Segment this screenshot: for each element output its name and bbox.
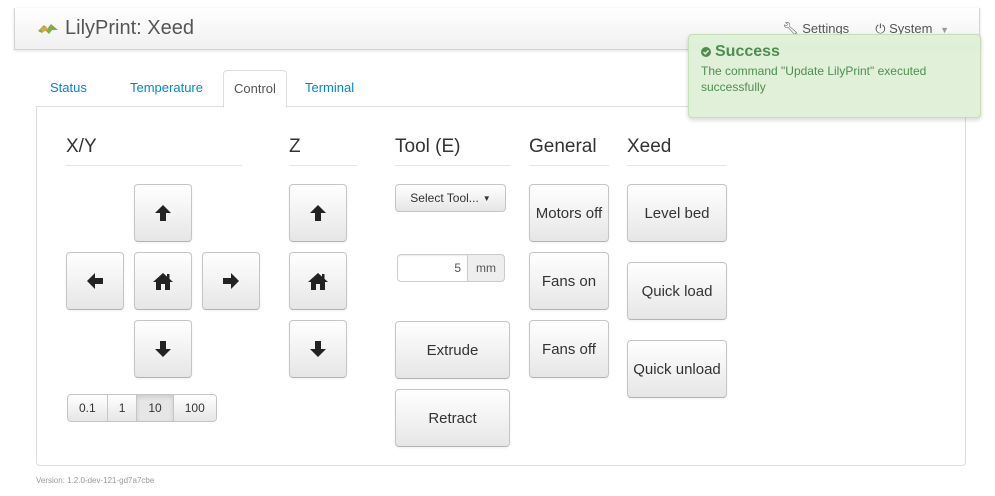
retract-button[interactable]: Retract bbox=[395, 389, 510, 447]
tool-title: Tool (E) bbox=[395, 136, 511, 166]
quick-unload-button[interactable]: Quick unload bbox=[627, 340, 727, 398]
tab-temperature[interactable]: Temperature bbox=[120, 70, 213, 107]
notification-title-text: Success bbox=[715, 43, 780, 60]
y-minus-button[interactable] bbox=[134, 320, 192, 378]
step-0.1-button[interactable]: 0.1 bbox=[68, 395, 108, 421]
success-notification[interactable]: Success The command "Update LilyPrint" e… bbox=[688, 34, 981, 118]
x-plus-button[interactable] bbox=[202, 252, 260, 310]
check-circle-icon bbox=[701, 47, 711, 57]
home-icon bbox=[153, 273, 173, 290]
arrow-left-icon bbox=[87, 273, 103, 289]
version-text: Version: 1.2.0-dev-121-gd7a7cbe bbox=[36, 476, 155, 485]
brand[interactable]: LilyPrint: Xeed bbox=[37, 17, 194, 40]
quick-load-button[interactable]: Quick load bbox=[627, 262, 727, 320]
arrow-up-icon bbox=[310, 205, 326, 221]
z-title: Z bbox=[289, 136, 357, 166]
arrow-up-icon bbox=[155, 205, 171, 221]
motors-off-button[interactable]: Motors off bbox=[529, 184, 609, 242]
x-minus-button[interactable] bbox=[66, 252, 124, 310]
level-bed-button[interactable]: Level bed bbox=[627, 184, 727, 242]
tool-select-label: Select Tool... bbox=[410, 191, 479, 205]
home-icon bbox=[308, 273, 328, 290]
arrow-down-icon bbox=[155, 341, 171, 357]
extrude-amount-input[interactable] bbox=[397, 254, 467, 282]
home-z-button[interactable] bbox=[289, 252, 347, 310]
fans-off-button[interactable]: Fans off bbox=[529, 320, 609, 378]
arrow-right-icon bbox=[223, 273, 239, 289]
fans-on-button[interactable]: Fans on bbox=[529, 252, 609, 310]
extrude-amount-group: mm bbox=[397, 254, 505, 282]
tab-terminal[interactable]: Terminal bbox=[295, 70, 364, 107]
y-plus-button[interactable] bbox=[134, 184, 192, 242]
xeed-title: Xeed bbox=[627, 136, 727, 166]
step-100-button[interactable]: 100 bbox=[173, 395, 216, 421]
step-1-button[interactable]: 1 bbox=[107, 395, 138, 421]
arrow-down-icon bbox=[310, 341, 326, 357]
brand-title: LilyPrint: Xeed bbox=[65, 17, 194, 39]
xy-title: X/Y bbox=[66, 136, 242, 166]
tab-control[interactable]: Control bbox=[223, 70, 287, 108]
amount-unit: mm bbox=[467, 254, 505, 282]
z-plus-button[interactable] bbox=[289, 184, 347, 242]
tab-status[interactable]: Status bbox=[40, 70, 97, 107]
lily-logo-icon bbox=[38, 23, 58, 34]
notification-message: The command "Update LilyPrint" executed … bbox=[701, 64, 927, 94]
home-xy-button[interactable] bbox=[134, 252, 192, 310]
step-10-button[interactable]: 10 bbox=[137, 395, 174, 421]
extrude-button[interactable]: Extrude bbox=[395, 321, 510, 379]
xy-step-size-group: 0.1 1 10 100 bbox=[67, 394, 217, 422]
tool-select-dropdown[interactable]: Select Tool... ▼ bbox=[395, 184, 506, 212]
z-minus-button[interactable] bbox=[289, 320, 347, 378]
caret-down-icon: ▼ bbox=[482, 193, 491, 203]
notification-title: Success bbox=[701, 43, 968, 61]
general-title: General bbox=[529, 136, 609, 166]
